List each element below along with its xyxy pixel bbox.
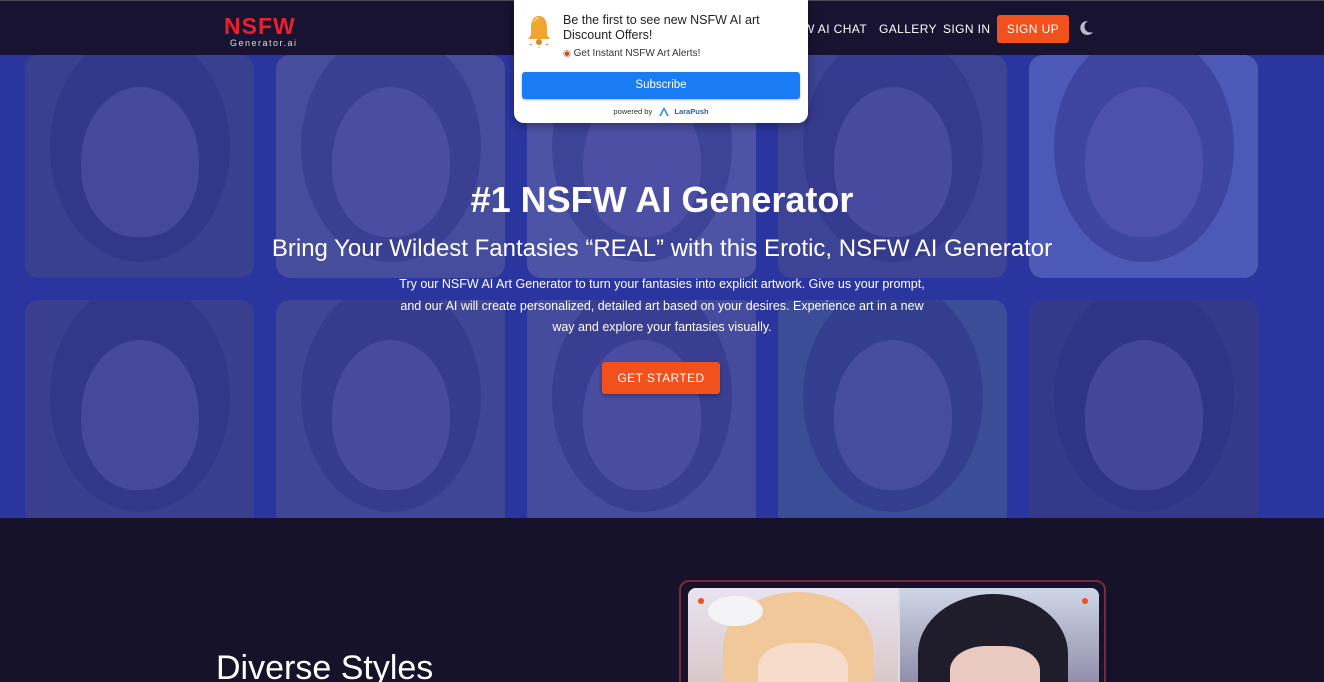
styles-showcase-image [688,588,1099,682]
popup-subtitle-row: ◉ Get Instant NSFW Art Alerts! [563,46,700,61]
hero-subtitle: Bring Your Wildest Fantasies “REAL” with… [271,235,1053,262]
section-title: Diverse Styles [216,649,434,682]
get-started-button[interactable]: GET STARTED [602,362,720,394]
subscribe-button[interactable]: Subscribe [522,72,800,99]
nav-ai-chat-link[interactable]: W AI CHAT [803,15,867,43]
nav-sign-in-link[interactable]: SIGN IN [943,15,990,43]
powered-by-label: powered by [613,107,653,116]
powered-by-row: powered by LaraPush [514,106,808,118]
push-notification-popup: Be the first to see new NSFW AI art Disc… [514,0,808,123]
logo-subtitle: Generator.ai [230,38,298,48]
logo-wordmark: NSFW [224,13,296,39]
hero-description: Try our NSFW AI Art Generator to turn yo… [399,277,925,334]
hero-section: #1 NSFW AI Generator Bring Your Wildest … [0,55,1324,518]
sign-up-button[interactable]: SIGN UP [997,15,1069,43]
decorative-dot [698,598,704,604]
moon-icon[interactable] [1077,19,1095,37]
site-logo[interactable]: NSFW Generator.ai [224,13,308,49]
hero-title: #1 NSFW AI Generator [470,179,854,220]
bell-icon [528,16,550,48]
popup-title: Be the first to see new NSFW AI art Disc… [563,13,760,42]
larapush-logo-icon [659,107,670,117]
nav-gallery-link[interactable]: GALLERY [879,15,937,43]
decorative-dot [1082,598,1088,604]
anime-blonde-image [688,588,898,682]
larapush-brand[interactable]: LaraPush [674,107,708,116]
popup-subtitle: Get Instant NSFW Art Alerts! [573,48,701,59]
anime-dark-hair-image [900,588,1099,682]
lips-icon: ◉ [563,48,571,58]
